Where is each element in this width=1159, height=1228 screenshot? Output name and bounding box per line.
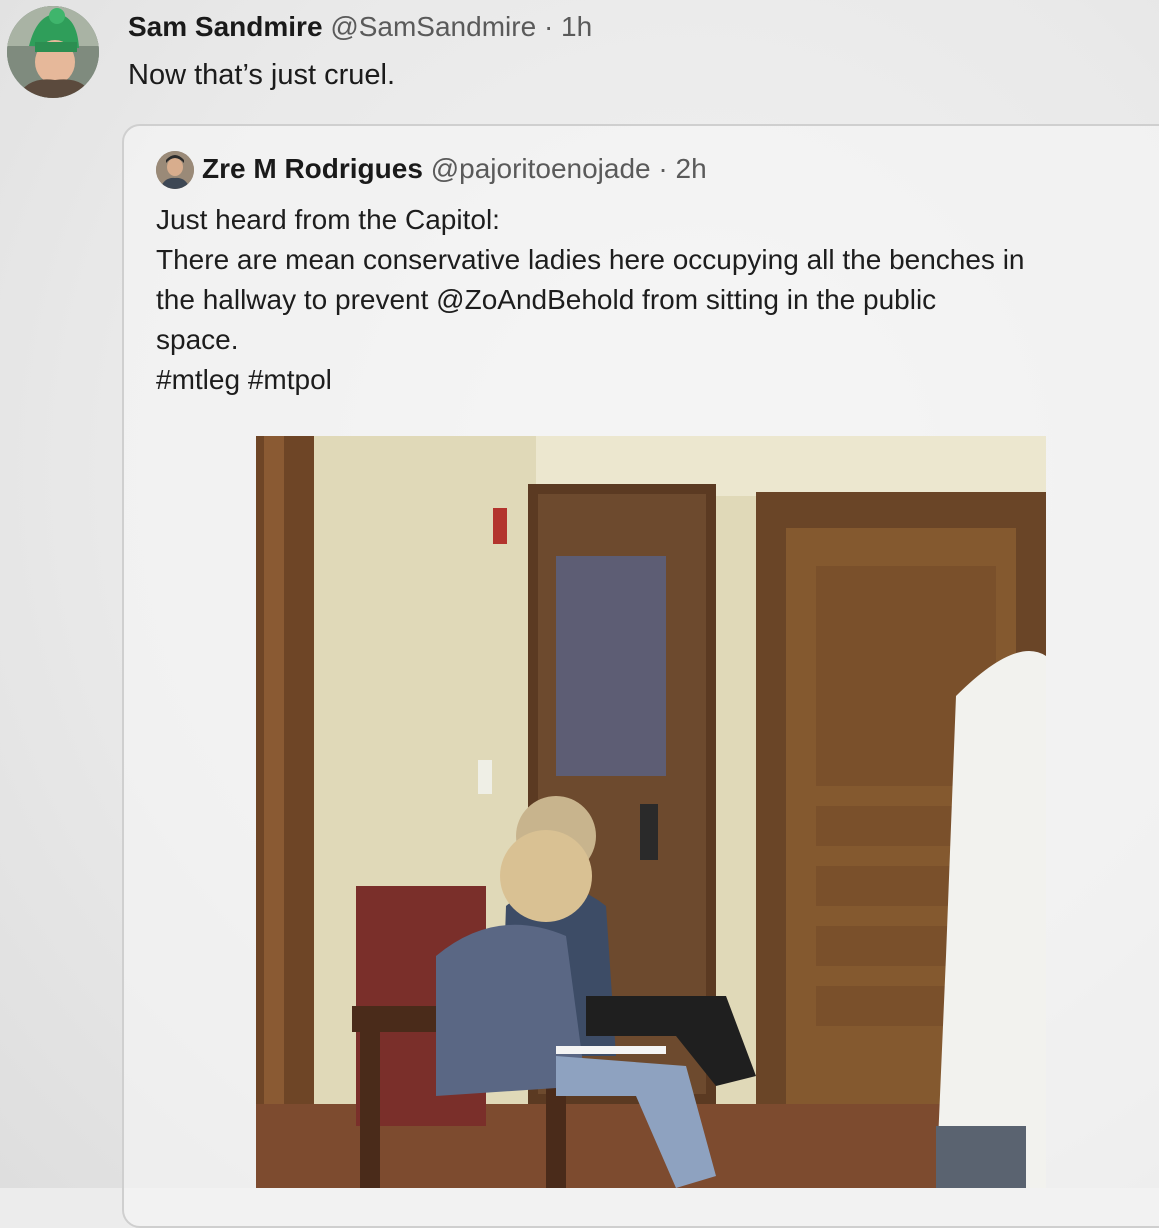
quoted-avatar[interactable] bbox=[156, 151, 194, 189]
quoted-separator: · bbox=[658, 153, 668, 184]
screen: Sam Sandmire @SamSandmire · 1h Now that’… bbox=[0, 0, 1159, 1228]
display-name[interactable]: Sam Sandmire bbox=[128, 11, 323, 42]
quoted-tweet-header: Zre M Rodrigues @pajoritoenojade · 2h bbox=[202, 152, 707, 186]
avatar[interactable] bbox=[7, 6, 99, 98]
tweet-text: Now that’s just cruel. bbox=[128, 59, 396, 91]
quoted-text-line: the hallway to prevent @ZoAndBehold from… bbox=[156, 284, 937, 315]
tweet-photo[interactable] bbox=[256, 436, 1046, 1188]
quoted-handle[interactable]: @pajoritoenojade bbox=[431, 153, 651, 184]
avatar-image bbox=[7, 6, 99, 98]
quoted-display-name[interactable]: Zre M Rodrigues bbox=[202, 153, 423, 184]
timestamp[interactable]: 1h bbox=[561, 11, 592, 42]
tweet: Sam Sandmire @SamSandmire · 1h Now that’… bbox=[0, 0, 1159, 1228]
quoted-text-line: space. bbox=[156, 324, 239, 355]
quoted-timestamp[interactable]: 2h bbox=[676, 153, 707, 184]
quoted-text-line: Just heard from the Capitol: bbox=[156, 204, 500, 235]
quoted-text-line: There are mean conservative ladies here … bbox=[156, 244, 1025, 275]
quoted-tweet-text: Just heard from the Capitol: There are m… bbox=[156, 200, 1156, 400]
hallway-photo bbox=[256, 436, 1046, 1188]
separator: · bbox=[543, 11, 554, 42]
quoted-avatar-image bbox=[156, 151, 194, 189]
quoted-text-hashtags[interactable]: #mtleg #mtpol bbox=[156, 360, 1156, 400]
tweet-header: Sam Sandmire @SamSandmire · 1h bbox=[128, 10, 592, 44]
handle[interactable]: @SamSandmire bbox=[330, 11, 536, 42]
